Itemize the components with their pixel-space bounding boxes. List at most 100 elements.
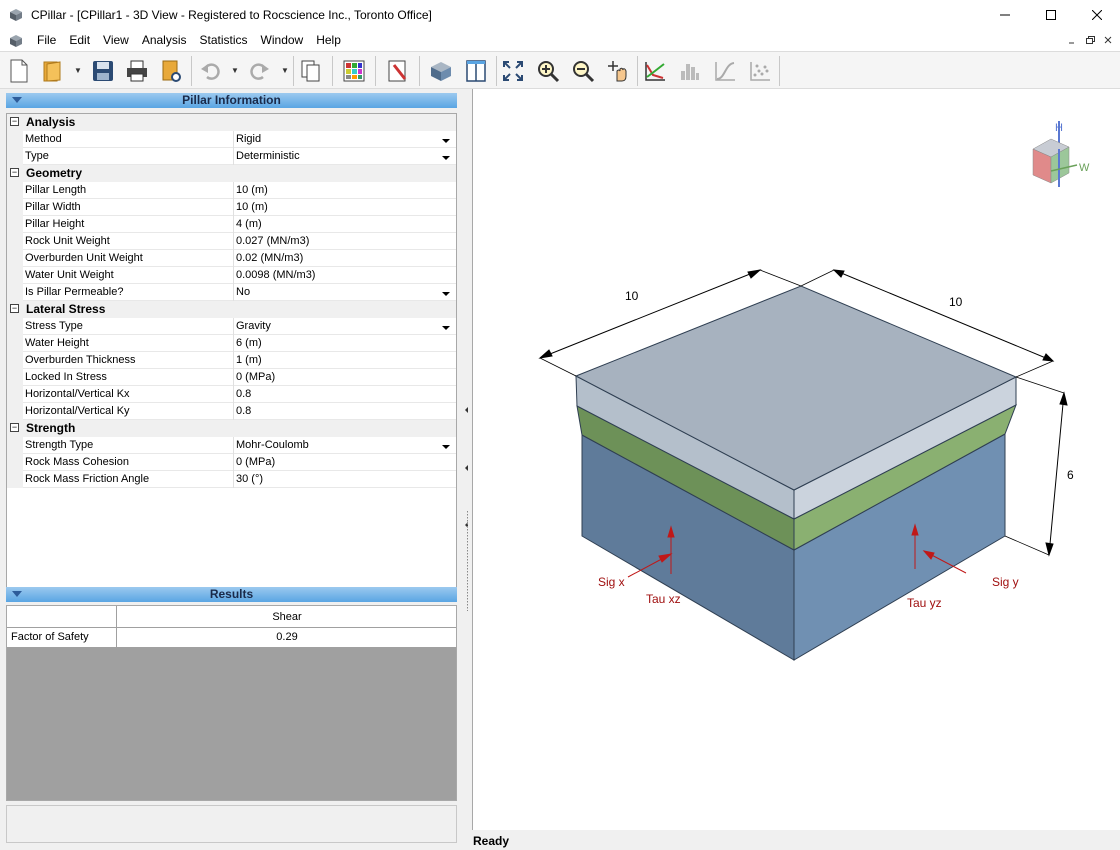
3d-view-button[interactable] — [428, 58, 454, 84]
close-icon — [1104, 36, 1112, 44]
zoom-all-button[interactable] — [500, 58, 526, 84]
property-row-method[interactable]: Method Rigid — [7, 131, 456, 148]
cumulative-button[interactable] — [712, 58, 738, 84]
property-row-pillar-width[interactable]: Pillar Width 10 (m) — [7, 199, 456, 216]
property-value-field[interactable]: 0.0098 (MN/m3) — [236, 269, 315, 281]
chart-button[interactable] — [642, 58, 668, 84]
undo-dropdown-arrow[interactable]: ▼ — [231, 66, 239, 75]
scatter-button[interactable] — [747, 58, 773, 84]
category-row-strength[interactable]: − Strength — [7, 420, 456, 437]
property-value-select[interactable]: Deterministic — [236, 150, 300, 162]
collapse-toggle-icon[interactable]: − — [10, 117, 19, 126]
orientation-cube-icon[interactable]: H W — [1032, 121, 1090, 187]
close-button[interactable] — [1074, 0, 1120, 30]
property-row-pillar-length[interactable]: Pillar Length 10 (m) — [7, 182, 456, 199]
property-row-water-height[interactable]: Water Height 6 (m) — [7, 335, 456, 352]
property-row-is-pillar-permeable[interactable]: Is Pillar Permeable? No — [7, 284, 456, 301]
results-header[interactable]: Results — [6, 587, 457, 602]
property-value-select[interactable]: Gravity — [236, 320, 271, 332]
row-gutter — [7, 250, 23, 267]
property-value-select[interactable]: Mohr-Coulomb — [236, 439, 309, 451]
property-value-field[interactable]: 0 (MPa) — [236, 456, 275, 468]
collapse-arrow-icon[interactable] — [12, 97, 22, 103]
open-file-button[interactable] — [40, 58, 66, 84]
redo-dropdown-arrow[interactable]: ▼ — [281, 66, 289, 75]
maximize-button[interactable] — [1028, 0, 1074, 30]
mdi-restore-button[interactable] — [1082, 32, 1098, 48]
menu-analysis[interactable]: Analysis — [136, 30, 194, 51]
splitter-arrow-icon[interactable] — [465, 407, 468, 413]
redo-button[interactable] — [246, 58, 272, 84]
menu-help[interactable]: Help — [310, 30, 348, 51]
category-row-lateral-stress[interactable]: − Lateral Stress — [7, 301, 456, 318]
print-button[interactable] — [124, 58, 150, 84]
property-row-horizontal-vertical-ky[interactable]: Horizontal/Vertical Ky 0.8 — [7, 403, 456, 420]
property-row-overburden-thickness[interactable]: Overburden Thickness 1 (m) — [7, 352, 456, 369]
property-row-rock-mass-cohesion[interactable]: Rock Mass Cohesion 0 (MPa) — [7, 454, 456, 471]
property-value-field[interactable]: 0.02 (MN/m3) — [236, 252, 303, 264]
property-value-field[interactable]: 0.8 — [236, 388, 251, 400]
menu-view[interactable]: View — [97, 30, 136, 51]
collapse-arrow-icon[interactable] — [12, 591, 22, 597]
collapse-toggle-icon[interactable]: − — [10, 168, 19, 177]
property-row-strength-type[interactable]: Strength Type Mohr-Coulomb — [7, 437, 456, 454]
property-value-field[interactable]: 0.8 — [236, 405, 251, 417]
property-row-stress-type[interactable]: Stress Type Gravity — [7, 318, 456, 335]
property-row-rock-unit-weight[interactable]: Rock Unit Weight 0.027 (MN/m3) — [7, 233, 456, 250]
property-row-pillar-height[interactable]: Pillar Height 4 (m) — [7, 216, 456, 233]
edit-button[interactable] — [385, 58, 411, 84]
property-row-overburden-unit-weight[interactable]: Overburden Unit Weight 0.02 (MN/m3) — [7, 250, 456, 267]
dropdown-arrow-icon[interactable] — [442, 326, 450, 330]
save-button[interactable] — [90, 58, 116, 84]
zoom-in-button[interactable] — [535, 58, 561, 84]
collapse-toggle-icon[interactable]: − — [10, 423, 19, 432]
property-row-locked-in-stress[interactable]: Locked In Stress 0 (MPa) — [7, 369, 456, 386]
undo-button[interactable] — [198, 58, 224, 84]
property-value-field[interactable]: 6 (m) — [236, 337, 262, 349]
property-value-field[interactable]: 4 (m) — [236, 218, 262, 230]
property-value-field[interactable]: 0 (MPa) — [236, 371, 275, 383]
property-value-select[interactable]: Rigid — [236, 133, 261, 145]
pan-button[interactable] — [605, 58, 631, 84]
display-options-button[interactable] — [341, 58, 367, 84]
document-cube-icon[interactable] — [9, 34, 23, 48]
new-file-button[interactable] — [6, 58, 32, 84]
property-row-horizontal-vertical-kx[interactable]: Horizontal/Vertical Kx 0.8 — [7, 386, 456, 403]
category-row-geometry[interactable]: − Geometry — [7, 165, 456, 182]
dropdown-arrow-icon[interactable] — [442, 156, 450, 160]
panel-splitter[interactable] — [463, 93, 471, 843]
property-value-field[interactable]: 1 (m) — [236, 354, 262, 366]
zoom-out-button[interactable] — [570, 58, 596, 84]
dropdown-arrow-icon[interactable] — [442, 139, 450, 143]
dropdown-arrow-icon[interactable] — [442, 292, 450, 296]
3d-view[interactable]: H W 10 10 6 Sig x Tau xz Sig y Tau yz — [472, 89, 1120, 830]
tile-vertical-button[interactable] — [463, 58, 489, 84]
collapse-toggle-icon[interactable]: − — [10, 304, 19, 313]
3d-pillar-canvas[interactable]: H W 10 10 6 Sig x Tau xz Sig y Tau yz — [473, 89, 1120, 830]
property-value-select[interactable]: No — [236, 286, 250, 298]
property-value-field[interactable]: 10 (m) — [236, 201, 268, 213]
menu-edit[interactable]: Edit — [63, 30, 97, 51]
menu-statistics[interactable]: Statistics — [194, 30, 255, 51]
minimize-button[interactable] — [982, 0, 1028, 30]
open-folder-icon — [43, 61, 61, 82]
property-row-type[interactable]: Type Deterministic — [7, 148, 456, 165]
property-row-water-unit-weight[interactable]: Water Unit Weight 0.0098 (MN/m3) — [7, 267, 456, 284]
category-row-analysis[interactable]: − Analysis — [7, 114, 456, 131]
splitter-arrow-icon[interactable] — [465, 465, 468, 471]
property-value-field[interactable]: 0.027 (MN/m3) — [236, 235, 309, 247]
mdi-minimize-button[interactable] — [1064, 32, 1080, 48]
results-row-factor-of-safety[interactable]: Factor of Safety 0.29 — [7, 628, 456, 648]
property-value-field[interactable]: 10 (m) — [236, 184, 268, 196]
copy-button[interactable] — [298, 58, 324, 84]
dropdown-arrow-icon[interactable] — [442, 445, 450, 449]
property-row-rock-mass-friction-angle[interactable]: Rock Mass Friction Angle 30 (°) — [7, 471, 456, 488]
menu-file[interactable]: File — [31, 30, 63, 51]
mdi-close-button[interactable] — [1100, 32, 1116, 48]
pillar-information-header[interactable]: Pillar Information — [6, 93, 457, 108]
property-value-field[interactable]: 30 (°) — [236, 473, 263, 485]
open-dropdown-arrow[interactable]: ▼ — [74, 66, 82, 75]
print-preview-button[interactable] — [158, 58, 184, 84]
menu-window[interactable]: Window — [255, 30, 311, 51]
histogram-button[interactable] — [677, 58, 703, 84]
